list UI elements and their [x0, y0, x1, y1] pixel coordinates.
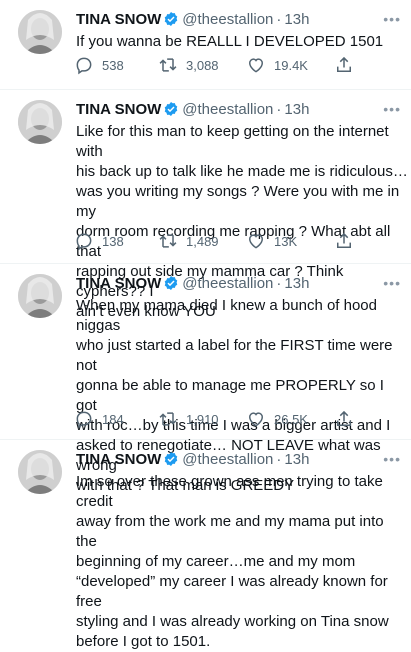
handle[interactable]: @theestallion: [182, 101, 273, 118]
more-icon[interactable]: •••: [383, 11, 401, 27]
like-icon: [248, 234, 264, 249]
reply-button[interactable]: 538: [74, 54, 124, 76]
like-button[interactable]: 26.5K: [246, 408, 308, 430]
retweet-count: 3,088: [186, 57, 219, 73]
verified-badge-icon: [165, 276, 178, 290]
like-count: 19.4K: [274, 57, 308, 73]
verified-badge-icon: [165, 452, 178, 466]
tweet-text: If you wanna be REALLL I DEVELOPED 1501: [76, 33, 384, 50]
retweet-button[interactable]: 1,489: [158, 230, 219, 252]
like-count: 13K: [274, 233, 298, 249]
reply-icon: [76, 411, 92, 429]
share-icon: [337, 56, 351, 72]
tweet-header: TINA SNOW @theestallion · 13h: [76, 101, 403, 119]
more-icon[interactable]: •••: [383, 275, 401, 291]
reply-button[interactable]: 184: [74, 408, 124, 430]
share-icon: [337, 232, 351, 248]
tweet-feed: TINA SNOW @theestallion · 13h ••• If you wa…: [0, 0, 411, 650]
tweet-actions: 538 3,088 19.4K: [74, 54, 394, 76]
separator: ·: [276, 11, 282, 28]
avatar[interactable]: [18, 274, 62, 318]
timestamp[interactable]: 13h: [284, 451, 309, 468]
tweet-text: Im so over these grown ass men trying to…: [76, 473, 389, 650]
timestamp[interactable]: 13h: [284, 11, 309, 28]
reply-count: 138: [102, 233, 124, 249]
display-name[interactable]: TINA SNOW: [76, 275, 161, 292]
verified-badge-icon: [165, 102, 178, 116]
display-name[interactable]: TINA SNOW: [76, 11, 161, 28]
share-icon: [337, 410, 351, 426]
like-count: 26.5K: [274, 411, 308, 427]
reply-count: 538: [102, 57, 124, 73]
handle[interactable]: @theestallion: [182, 275, 273, 292]
reply-icon: [76, 233, 92, 251]
handle[interactable]: @theestallion: [182, 451, 273, 468]
separator: ·: [276, 101, 282, 118]
timestamp[interactable]: 13h: [284, 101, 309, 118]
reply-count: 184: [102, 411, 124, 427]
handle[interactable]: @theestallion: [182, 11, 273, 28]
like-icon: [248, 58, 264, 73]
tweet-header: TINA SNOW @theestallion · 13h: [76, 275, 403, 293]
timestamp[interactable]: 13h: [284, 275, 309, 292]
more-icon[interactable]: •••: [383, 451, 401, 467]
like-button[interactable]: 19.4K: [246, 54, 308, 76]
tweet[interactable]: TINA SNOW @theestallion · 13h ••• Im so ove…: [0, 440, 411, 650]
retweet-icon: [159, 412, 177, 426]
like-icon: [248, 412, 264, 427]
separator: ·: [276, 451, 282, 468]
tweet-actions: 138 1,489 13K: [74, 230, 394, 252]
tweet-actions: 184 1,910 26.5K: [74, 408, 394, 430]
more-icon[interactable]: •••: [383, 101, 401, 117]
retweet-button[interactable]: 3,088: [158, 54, 219, 76]
share-button[interactable]: [334, 230, 354, 252]
verified-badge-icon: [165, 12, 178, 26]
tweet[interactable]: TINA SNOW @theestallion · 13h ••• Like for …: [0, 90, 411, 320]
avatar[interactable]: [18, 450, 62, 494]
display-name[interactable]: TINA SNOW: [76, 451, 161, 468]
tweet-header: TINA SNOW @theestallion · 13h: [76, 451, 403, 469]
retweet-count: 1,910: [186, 411, 219, 427]
tweet[interactable]: TINA SNOW @theestallion · 13h ••• If you wa…: [0, 0, 411, 90]
retweet-button[interactable]: 1,910: [158, 408, 219, 430]
retweet-icon: [159, 234, 177, 248]
avatar[interactable]: [18, 100, 62, 144]
tweet[interactable]: TINA SNOW @theestallion · 13h ••• When my m…: [0, 264, 411, 494]
avatar[interactable]: [18, 10, 62, 54]
tweet-header: TINA SNOW @theestallion · 13h: [76, 11, 403, 29]
separator: ·: [276, 275, 282, 292]
display-name[interactable]: TINA SNOW: [76, 101, 161, 118]
share-button[interactable]: [334, 408, 354, 430]
reply-button[interactable]: 138: [74, 230, 124, 252]
retweet-icon: [159, 58, 177, 72]
like-button[interactable]: 13K: [246, 230, 297, 252]
share-button[interactable]: [334, 54, 354, 76]
retweet-count: 1,489: [186, 233, 219, 249]
reply-icon: [76, 57, 92, 75]
